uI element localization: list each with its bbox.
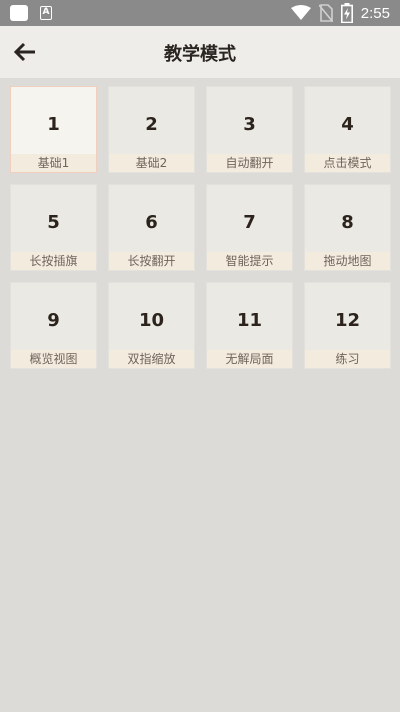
level-number: 4: [341, 114, 354, 135]
level-number: 7: [243, 212, 256, 233]
level-number: 6: [145, 212, 158, 233]
level-label: 无解局面: [207, 350, 292, 368]
level-tile-1[interactable]: 1 基础1: [10, 86, 97, 173]
clock: 2:55: [360, 4, 390, 22]
level-label: 智能提示: [207, 252, 292, 270]
level-tile-6[interactable]: 6 长按翻开: [108, 184, 195, 271]
level-number: 8: [341, 212, 354, 233]
level-tile-2[interactable]: 2 基础2: [108, 86, 195, 173]
level-tile-7[interactable]: 7 智能提示: [206, 184, 293, 271]
level-tile-9[interactable]: 9 概览视图: [10, 282, 97, 369]
battery-charging-icon: [340, 3, 353, 23]
level-label: 基础2: [109, 154, 194, 172]
level-label: 拖动地图: [305, 252, 390, 270]
level-label: 长按插旗: [11, 252, 96, 270]
app-bar: 教学模式: [0, 26, 400, 78]
notification-area: A: [10, 5, 52, 21]
level-grid: 1 基础1 2 基础2 3 自动翻开 4 点击模式 5 长按插旗 6 长按翻开 …: [10, 86, 391, 369]
level-number: 5: [47, 212, 60, 233]
level-number: 10: [138, 310, 165, 331]
level-label: 点击模式: [305, 154, 390, 172]
level-number: 12: [334, 310, 361, 331]
level-number: 11: [236, 310, 263, 331]
level-number: 3: [243, 114, 256, 135]
level-tile-8[interactable]: 8 拖动地图: [304, 184, 391, 271]
level-label: 自动翻开: [207, 154, 292, 172]
level-number: 2: [145, 114, 158, 135]
system-status-area: 2:55: [290, 3, 390, 23]
no-sim-icon: [318, 4, 333, 22]
square-app-icon: [10, 5, 28, 21]
a-app-icon: A: [40, 6, 52, 20]
level-label: 概览视图: [11, 350, 96, 368]
level-tile-12[interactable]: 12 练习: [304, 282, 391, 369]
level-tile-3[interactable]: 3 自动翻开: [206, 86, 293, 173]
level-label: 双指缩放: [109, 350, 194, 368]
status-bar: A 2:55: [0, 0, 400, 26]
level-tile-10[interactable]: 10 双指缩放: [108, 282, 195, 369]
level-number: 9: [47, 310, 60, 331]
page-title: 教学模式: [164, 44, 236, 65]
level-label: 长按翻开: [109, 252, 194, 270]
level-tile-5[interactable]: 5 长按插旗: [10, 184, 97, 271]
level-label: 基础1: [11, 154, 96, 172]
level-tile-11[interactable]: 11 无解局面: [206, 282, 293, 369]
level-number: 1: [47, 114, 60, 135]
wifi-icon: [290, 5, 311, 20]
level-label: 练习: [305, 350, 390, 368]
level-tile-4[interactable]: 4 点击模式: [304, 86, 391, 173]
